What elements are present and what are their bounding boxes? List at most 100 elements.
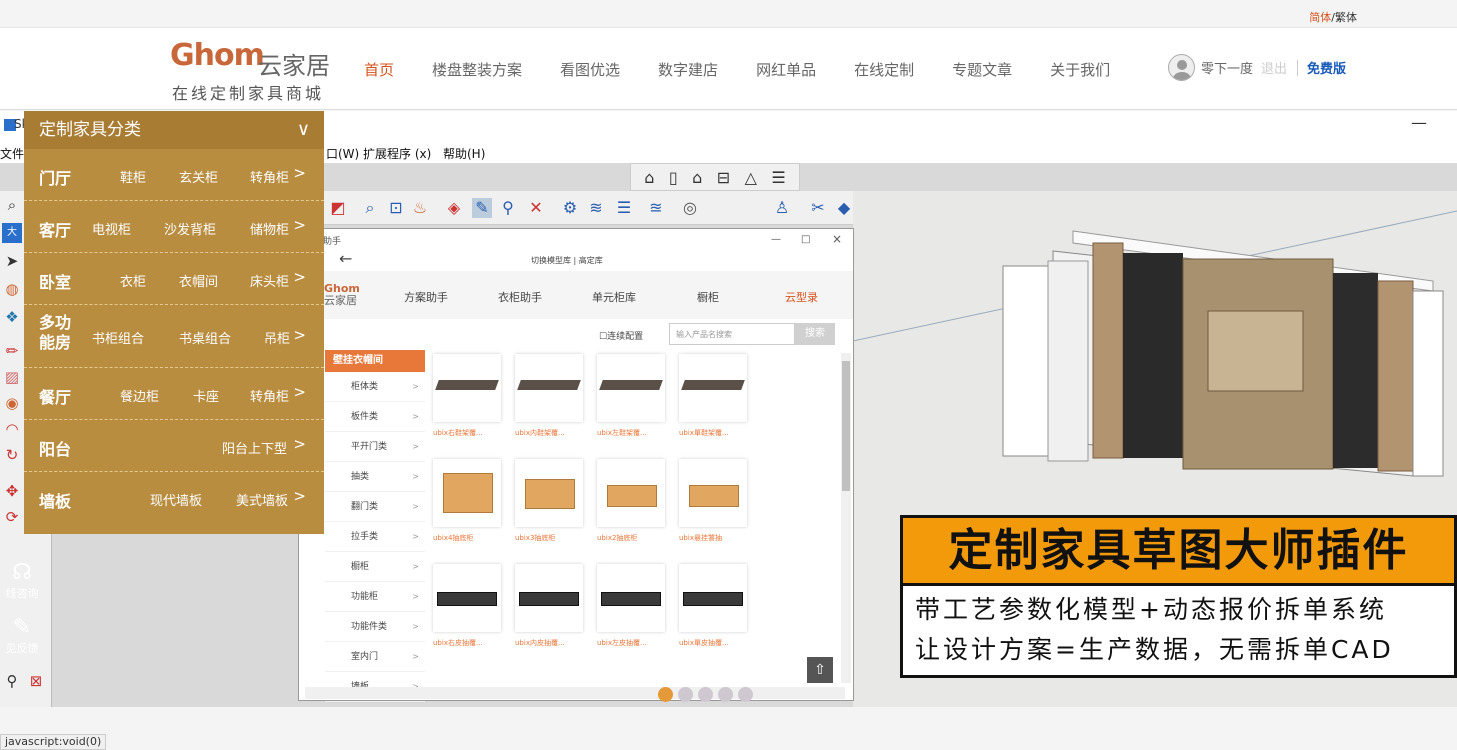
logo[interactable]: Ghom 云家居 在线定制家具商城 [170,38,340,103]
search-button[interactable]: 搜索 [795,323,835,345]
product-card[interactable]: ubix左皮抽覆... [597,564,667,648]
product-card[interactable]: ubix左鞋架覆... [597,354,667,438]
product-card[interactable]: ubix4抽底柜 [433,459,503,543]
nav-estate[interactable]: 楼盘整装方案 [432,59,522,80]
tab-unit[interactable]: 单元柜库 [592,289,636,305]
category-key[interactable]: 门厅 [39,165,71,189]
list-item[interactable]: 橱柜 [325,552,425,582]
nav-digital-store[interactable]: 数字建店 [658,59,718,80]
list-item[interactable]: 抽类 [325,462,425,492]
category-menu-header[interactable]: 定制家具分类 ∨ [24,111,324,149]
nav-home[interactable]: 首页 [364,59,394,80]
category-key[interactable]: 餐厅 [39,384,71,408]
selected-tool-icon: 大 [2,223,22,243]
product-search-input[interactable]: 输入产品名搜索 [669,323,795,345]
list-item[interactable]: 翻门类 [325,492,425,522]
continuous-config-checkbox[interactable]: ☐连续配置 [599,329,643,342]
plugin-minimize-icon[interactable]: — [771,234,781,245]
slider-dot[interactable] [718,687,733,702]
category-sub[interactable]: 书桌组合 [179,328,231,347]
category-sub[interactable]: 吊柜 [264,328,290,347]
category-sub[interactable]: 美式墙板 [236,490,288,509]
slider-dot[interactable] [698,687,713,702]
back-to-top-icon[interactable]: ⇧ [807,657,833,683]
feedback-button[interactable]: ✎ 见反馈 [0,615,44,670]
list-item[interactable]: 拉手类 [325,522,425,552]
list-item[interactable]: 功能件类 [325,612,425,642]
nav-hot[interactable]: 网红单品 [756,59,816,80]
product-card[interactable]: ubix2抽底柜 [597,459,667,543]
consult-button[interactable]: ☊ 线咨询 [0,560,44,615]
category-sub[interactable]: 转角柜 [250,167,289,186]
lang-traditional[interactable]: 繁体 [1335,11,1357,24]
category-sub[interactable]: 鞋柜 [120,167,146,186]
list-item[interactable]: 平开门类 [325,432,425,462]
category-key[interactable]: 多功能房 [39,313,75,353]
product-card[interactable]: ubix3抽底柜 [515,459,585,543]
slider-dot[interactable] [738,687,753,702]
category-row-hall[interactable]: 门厅 鞋柜 玄关柜 转角柜 > [24,149,324,201]
logo-brand: Ghom [170,38,265,73]
category-head[interactable]: 壁挂衣帽间 [325,350,425,372]
nav-pick[interactable]: 看图优选 [560,59,620,80]
category-key[interactable]: 阳台 [39,436,71,460]
top-bar: 简体/繁体 [0,0,1457,28]
product-card[interactable]: ubix内皮抽覆... [515,564,585,648]
category-sub[interactable]: 玄关柜 [179,167,218,186]
category-sub[interactable]: 衣柜 [120,271,146,290]
logout-link[interactable]: 退出 [1261,58,1287,77]
promo-line-1: 带工艺参数化模型+动态报价拆单系统 [915,595,1387,624]
category-key[interactable]: 墙板 [39,488,71,512]
category-sub[interactable]: 电视柜 [92,219,131,238]
plugin-crumb[interactable]: 切换模型库 | 高定库 [531,255,603,266]
list-item[interactable]: 柜体类 [325,372,425,402]
category-row-wall[interactable]: 墙板 现代墙板 美式墙板 > [24,472,324,524]
slider-dot[interactable] [658,687,673,702]
category-sub[interactable]: 阳台上下型 [222,438,287,457]
category-sub[interactable]: 现代墙板 [150,490,202,509]
slider-dot[interactable] [678,687,693,702]
category-row-dining[interactable]: 餐厅 餐边柜 卡座 转角柜 > [24,368,324,420]
category-sub[interactable]: 沙发背柜 [164,219,216,238]
avatar[interactable] [1168,54,1195,81]
category-row-living[interactable]: 客厅 电视柜 沙发背柜 储物柜 > [24,201,324,253]
category-sub[interactable]: 书柜组合 [92,328,144,347]
product-card[interactable]: ubix單鞋架覆... [679,354,749,438]
category-key[interactable]: 卧室 [39,269,71,293]
plugin-scrollbar[interactable] [841,353,851,683]
tab-catalog[interactable]: 云型录 [785,289,818,305]
category-row-balcony[interactable]: 阳台 阳台上下型 > [24,420,324,472]
list-item[interactable]: 板件类 [325,402,425,432]
plugin-maximize-icon[interactable]: □ [801,234,810,245]
username[interactable]: 零下一度 [1201,58,1253,77]
horizontal-scrollbar[interactable] [305,687,845,699]
category-sub[interactable]: 储物柜 [250,219,289,238]
list-item[interactable]: 功能柜 [325,582,425,612]
back-arrow-icon[interactable]: ← [339,249,352,268]
product-card[interactable]: ubix右鞋架覆... [433,354,503,438]
category-key[interactable]: 客厅 [39,217,71,241]
category-row-multi[interactable]: 多功能房 书柜组合 书桌组合 吊柜 > [24,305,324,368]
product-card[interactable]: ubix内鞋架覆... [515,354,585,438]
product-card[interactable]: ubix悬挂饕抽 [679,459,749,543]
category-sub[interactable]: 衣帽间 [179,271,218,290]
tab-wardrobe[interactable]: 衣柜助手 [498,289,542,305]
nav-about[interactable]: 关于我们 [1050,59,1110,80]
nav-articles[interactable]: 专题文章 [952,59,1012,80]
feedback-label: 见反馈 [5,642,39,655]
tab-scheme[interactable]: 方案助手 [404,289,448,305]
category-sub[interactable]: 餐边柜 [120,386,159,405]
category-sub[interactable]: 床头柜 [250,271,289,290]
list-item[interactable]: 室内门 [325,642,425,672]
tab-kitchen[interactable]: 橱柜 [697,289,719,305]
nav-custom[interactable]: 在线定制 [854,59,914,80]
product-card[interactable]: ubix單皮抽覆... [679,564,749,648]
category-row-bedroom[interactable]: 卧室 衣柜 衣帽间 床头柜 > [24,253,324,305]
wardrobe-3d-render [852,210,1457,477]
plan-badge[interactable]: 免费版 [1307,58,1346,77]
product-card[interactable]: ubix右皮抽覆... [433,564,503,648]
plugin-close-icon[interactable]: × [832,232,842,246]
lang-simplified[interactable]: 简体 [1309,11,1331,24]
category-sub[interactable]: 转角柜 [250,386,289,405]
category-sub[interactable]: 卡座 [193,386,219,405]
